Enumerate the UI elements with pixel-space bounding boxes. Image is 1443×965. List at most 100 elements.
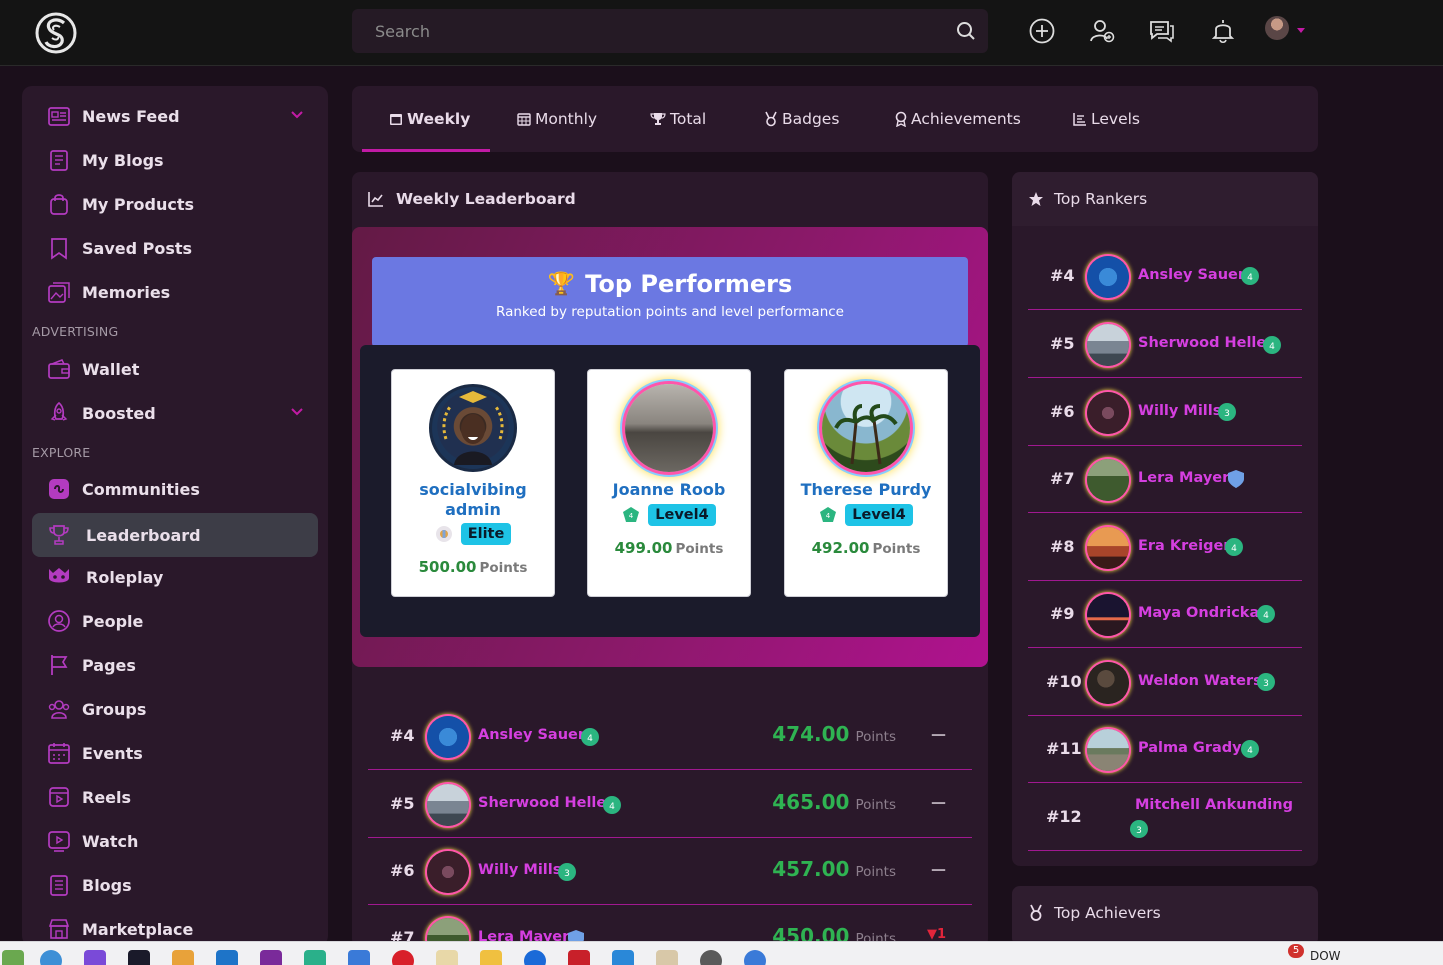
app-icon[interactable] — [700, 950, 722, 965]
user-name[interactable]: Palma Grady — [1138, 740, 1242, 756]
avatar[interactable] — [1087, 594, 1129, 636]
avatar[interactable] — [429, 384, 517, 472]
tab-total[interactable]: Total — [650, 86, 706, 152]
table-row[interactable]: #4 Ansley Sauer 4 474.00 Points — — [368, 703, 972, 770]
user-name[interactable]: Willy Mills — [1138, 403, 1221, 419]
list-item[interactable]: #7 Lera Mayer — [1028, 445, 1302, 513]
add-friend-icon[interactable] — [1088, 17, 1116, 45]
outlook-icon[interactable] — [216, 950, 238, 965]
app-icon[interactable] — [304, 950, 326, 965]
app-icon[interactable] — [568, 950, 590, 965]
tab-badges[interactable]: Badges — [764, 86, 839, 152]
user-name[interactable]: Era Kreiger — [1138, 538, 1230, 554]
onenote-icon[interactable] — [260, 950, 282, 965]
app-icon[interactable] — [172, 950, 194, 965]
sidebar-item-events[interactable]: Events — [32, 731, 318, 775]
table-row[interactable]: #6 Willy Mills 3 457.00 Points — — [368, 838, 972, 905]
podium-name[interactable]: socialvibing admin — [392, 480, 554, 520]
widgets-icon[interactable] — [2, 950, 24, 965]
podium-name[interactable]: Joanne Roob — [588, 480, 750, 500]
sidebar-item-leaderboard[interactable]: Leaderboard — [32, 513, 318, 557]
avatar[interactable] — [1084, 797, 1126, 839]
avatar[interactable] — [427, 851, 469, 893]
avatar[interactable] — [1087, 662, 1129, 704]
app-icon[interactable] — [436, 950, 458, 965]
avatar[interactable] — [1087, 527, 1129, 569]
avatar[interactable] — [1087, 392, 1129, 434]
sidebar-item-people[interactable]: People — [32, 599, 318, 643]
list-item[interactable]: #6 Willy Mills 3 — [1028, 378, 1302, 446]
sidebar-item-saved-posts[interactable]: Saved Posts — [32, 226, 318, 270]
sidebar-item-memories[interactable]: Memories — [32, 270, 318, 314]
list-item[interactable]: #12 Mitchell Ankunding 3 — [1028, 783, 1302, 851]
sidebar-item-news-feed[interactable]: News Feed — [32, 94, 318, 138]
messages-icon[interactable] — [1148, 17, 1176, 45]
sidebar-item-watch[interactable]: Watch — [32, 819, 318, 863]
user-name[interactable]: Ansley Sauer — [1138, 267, 1245, 283]
user-name[interactable]: Sherwood Heller — [1138, 335, 1273, 351]
avatar[interactable] — [427, 716, 469, 758]
rank-number: #8 — [1050, 537, 1075, 556]
calendar-app-icon[interactable] — [348, 950, 370, 965]
user-name[interactable]: Sherwood Heller — [478, 795, 613, 811]
user-name[interactable]: Willy Mills — [478, 862, 561, 878]
tray-label[interactable]: DOW — [1310, 949, 1341, 963]
chevron-down-icon[interactable] — [290, 108, 304, 122]
chevron-down-icon[interactable] — [290, 405, 304, 419]
sidebar-item-pages[interactable]: Pages — [32, 643, 318, 687]
app-icon[interactable] — [84, 950, 106, 965]
search-input[interactable] — [352, 9, 942, 53]
chrome-icon[interactable] — [744, 950, 766, 965]
avatar[interactable] — [822, 384, 910, 472]
table-row[interactable]: #5 Sherwood Heller 4 465.00 Points — — [368, 771, 972, 838]
sidebar-item-reels[interactable]: Reels — [32, 775, 318, 819]
podium-card-2[interactable]: Joanne Roob 4 Level4 499.00 Points — [587, 369, 751, 597]
sidebar-item-blogs[interactable]: Blogs — [32, 863, 318, 907]
account-menu-caret-icon[interactable] — [1297, 28, 1305, 33]
tab-levels[interactable]: Levels — [1073, 86, 1140, 152]
avatar[interactable] — [1087, 256, 1129, 298]
sidebar-item-wallet[interactable]: Wallet — [32, 347, 318, 391]
tab-achievements[interactable]: Achievements — [895, 86, 1021, 152]
tab-weekly[interactable]: Weekly — [389, 86, 470, 152]
list-item[interactable]: #10 Weldon Waters 3 — [1028, 648, 1302, 716]
avatar[interactable] — [1087, 459, 1129, 501]
podium-card-1[interactable]: socialvibing admin Elite 500.00 Points — [391, 369, 555, 597]
podium-card-3[interactable]: Therese Purdy 4 Level4 492.00 Points — [784, 369, 948, 597]
list-item[interactable]: #4 Ansley Sauer 4 — [1028, 242, 1302, 310]
sidebar-item-groups[interactable]: Groups — [32, 687, 318, 731]
sidebar-item-my-products[interactable]: My Products — [32, 182, 318, 226]
tab-monthly[interactable]: Monthly — [517, 86, 597, 152]
notifications-bell-icon[interactable] — [1209, 17, 1237, 45]
user-name[interactable]: Lera Mayer — [1138, 470, 1229, 486]
avatar[interactable] — [625, 384, 713, 472]
sidebar-item-boosted[interactable]: Boosted — [32, 391, 318, 435]
avatar[interactable] — [1087, 324, 1129, 366]
folder-icon[interactable] — [480, 950, 502, 965]
sidebar-item-my-blogs[interactable]: My Blogs — [32, 138, 318, 182]
sidebar-item-communities[interactable]: Communities — [32, 467, 318, 511]
search-icon[interactable] — [956, 21, 976, 41]
avatar[interactable] — [1087, 729, 1129, 771]
list-item[interactable]: #11 Palma Grady 4 — [1028, 715, 1302, 783]
app-icon[interactable] — [40, 950, 62, 965]
list-item[interactable]: #5 Sherwood Heller 4 — [1028, 310, 1302, 378]
user-name[interactable]: Ansley Sauer — [478, 727, 585, 743]
avatar[interactable] — [427, 784, 469, 826]
app-icon[interactable] — [128, 950, 150, 965]
list-item[interactable]: #9 Maya Ondricka 4 — [1028, 580, 1302, 648]
logo-icon[interactable] — [34, 10, 78, 56]
user-avatar[interactable] — [1265, 16, 1289, 40]
opera-icon[interactable] — [392, 950, 414, 965]
sidebar-item-roleplay[interactable]: Roleplay — [32, 555, 318, 599]
create-post-icon[interactable] — [1028, 17, 1056, 45]
list-item[interactable]: #8 Era Kreiger 4 — [1028, 513, 1302, 581]
vscode-icon[interactable] — [612, 950, 634, 965]
app-icon[interactable] — [524, 950, 546, 965]
user-name[interactable]: Weldon Waters — [1138, 673, 1262, 689]
user-name[interactable]: Maya Ondricka — [1138, 605, 1259, 621]
podium-name[interactable]: Therese Purdy — [785, 480, 947, 500]
user-name[interactable]: Mitchell Ankunding — [1135, 797, 1293, 813]
app-icon[interactable] — [656, 950, 678, 965]
level-badge-icon: 4 — [602, 795, 622, 815]
